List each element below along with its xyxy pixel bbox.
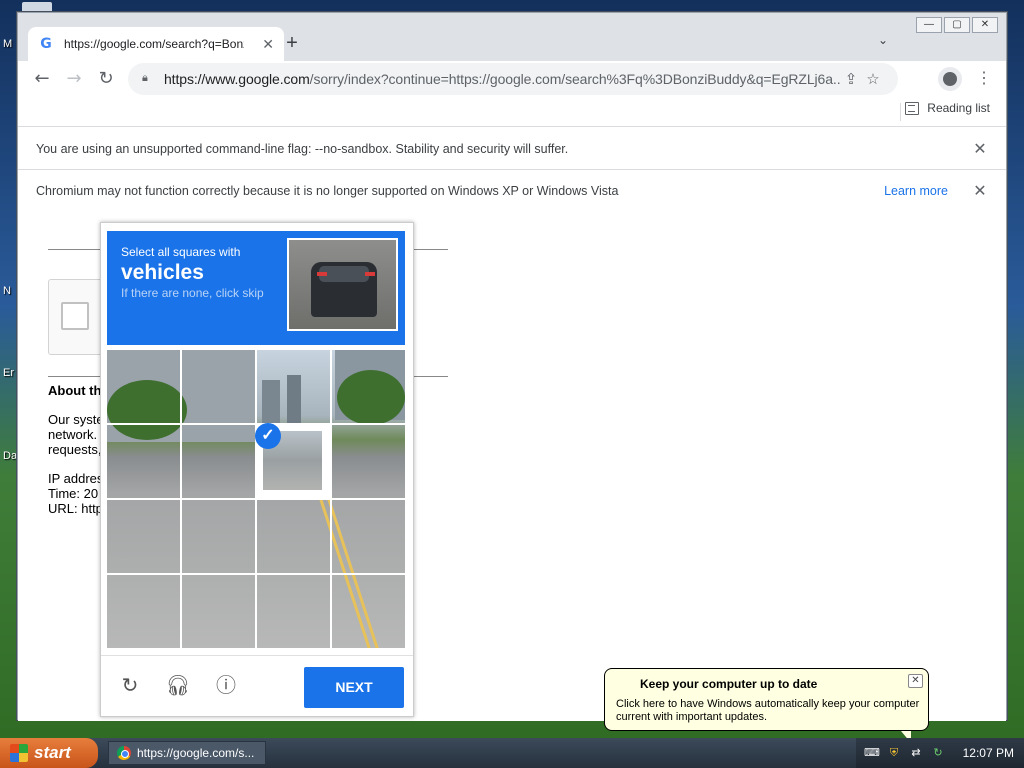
grid-cell[interactable] bbox=[107, 575, 182, 648]
back-icon[interactable]: ← bbox=[30, 67, 54, 91]
restore-button[interactable]: ▢ bbox=[944, 17, 970, 33]
grid-cell[interactable] bbox=[182, 500, 257, 575]
grid-cell[interactable] bbox=[332, 500, 405, 575]
tab-close-icon[interactable]: ✕ bbox=[262, 36, 274, 53]
system-tray: ⌨ ⛨ ⇄ ↻ 12:07 PM bbox=[856, 738, 1024, 768]
sample-taillight bbox=[365, 272, 375, 276]
learn-more-link[interactable]: Learn more bbox=[884, 184, 948, 198]
reading-list-button[interactable]: Reading list bbox=[905, 101, 990, 115]
grid-cell[interactable] bbox=[332, 425, 405, 500]
taskbar-item-chromium[interactable]: https://google.com/s... bbox=[108, 741, 266, 765]
about-heading: About th bbox=[48, 383, 102, 398]
taskbar-item-label: https://google.com/s... bbox=[137, 746, 255, 760]
start-label: start bbox=[34, 743, 71, 762]
active-tab[interactable]: G https://google.com/search?q=Bonz ✕ bbox=[28, 27, 284, 61]
reading-list-icon bbox=[905, 101, 920, 115]
keyboard-icon[interactable]: ⌨ bbox=[864, 745, 880, 761]
grid-cell[interactable] bbox=[257, 575, 332, 648]
google-favicon-icon: G bbox=[40, 36, 52, 52]
captcha-footer: ↻ 🎧︎ ⓘ NEXT bbox=[101, 655, 413, 718]
update-icon[interactable]: ↻ bbox=[930, 745, 946, 761]
reload-icon[interactable]: ↻ bbox=[116, 672, 144, 700]
captcha-image-grid: ✓ bbox=[107, 350, 405, 648]
captcha-sample-image bbox=[287, 238, 398, 331]
reading-list-label: Reading list bbox=[927, 101, 990, 115]
grid-cell-selected[interactable]: ✓ bbox=[255, 423, 332, 500]
grid-cell[interactable] bbox=[332, 575, 405, 648]
title-bar[interactable]: G https://google.com/search?q=Bonz ✕ + ⌄… bbox=[18, 13, 1006, 61]
desktop-label-1: M bbox=[3, 38, 13, 50]
profile-avatar-icon[interactable] bbox=[938, 67, 962, 91]
lock-icon[interactable]: 🔒︎ bbox=[142, 72, 154, 86]
url-host: https://www.google.com bbox=[164, 71, 310, 87]
sample-car bbox=[311, 262, 377, 317]
infobar-close-icon[interactable]: ✕ bbox=[972, 139, 988, 159]
sandbox-warning-infobar: You are using an unsupported command-lin… bbox=[18, 128, 1006, 170]
about-paragraph: Our syste network. requests, bbox=[48, 412, 104, 457]
captcha-header: Select all squares with vehicles If ther… bbox=[107, 231, 405, 345]
recaptcha-widget bbox=[48, 279, 108, 355]
grid-cell[interactable] bbox=[332, 350, 405, 425]
captcha-target-word: vehicles bbox=[121, 261, 204, 284]
menu-kebab-icon[interactable]: ⋮ bbox=[976, 67, 992, 91]
taskbar: start https://google.com/s... ⌨ ⛨ ⇄ ↻ 12… bbox=[0, 738, 1024, 768]
network-icon[interactable]: ⇄ bbox=[908, 745, 924, 761]
omnibox[interactable]: 🔒︎ https://www.google.com/sorry/index?co… bbox=[128, 63, 898, 95]
security-shield-icon[interactable]: ⛨ bbox=[886, 745, 902, 761]
recaptcha-checkbox[interactable] bbox=[61, 302, 89, 330]
desktop-label-2: N bbox=[3, 285, 11, 297]
bookmark-star-icon[interactable]: ☆ bbox=[862, 70, 884, 88]
tab-title: https://google.com/search?q=Bonz bbox=[64, 37, 244, 51]
infobar-close-icon[interactable]: ✕ bbox=[972, 181, 988, 201]
grid-cell[interactable] bbox=[257, 350, 332, 425]
selected-check-icon: ✓ bbox=[255, 423, 281, 449]
headphones-icon[interactable]: 🎧︎ bbox=[164, 672, 192, 700]
grid-cell[interactable] bbox=[107, 425, 182, 500]
grid-cell[interactable] bbox=[107, 500, 182, 575]
balloon-text[interactable]: Click here to have Windows automatically… bbox=[616, 698, 921, 724]
bookmarks-separator bbox=[900, 103, 901, 121]
close-window-button[interactable]: ✕ bbox=[972, 17, 998, 33]
unsupported-os-infobar: Chromium may not function correctly beca… bbox=[18, 170, 1006, 212]
tab-search-chevron-icon[interactable]: ⌄ bbox=[878, 33, 896, 51]
window-controls: — ▢ ✕ bbox=[916, 17, 998, 33]
captcha-instruction: Select all squares with bbox=[121, 245, 241, 259]
grid-cell[interactable] bbox=[182, 575, 257, 648]
update-balloon-notification[interactable]: Keep your computer up to date Click here… bbox=[604, 668, 929, 743]
toolbar: ← → ↻ 🔒︎ https://www.google.com/sorry/in… bbox=[18, 61, 1006, 97]
request-details: IP addres Time: 20 URL: http bbox=[48, 471, 104, 516]
captcha-challenge: Select all squares with vehicles If ther… bbox=[100, 222, 414, 717]
reload-page-icon[interactable]: ↻ bbox=[94, 67, 118, 91]
captcha-skip-hint: If there are none, click skip bbox=[121, 286, 264, 300]
balloon-title: Keep your computer up to date bbox=[640, 677, 818, 691]
start-button[interactable]: start bbox=[0, 738, 98, 768]
grid-cell[interactable] bbox=[182, 350, 257, 425]
balloon-close-icon[interactable]: ✕ bbox=[908, 674, 923, 688]
bookmarks-bar: Reading list bbox=[18, 97, 1006, 127]
forward-icon[interactable]: → bbox=[62, 67, 86, 91]
clock: 12:07 PM bbox=[962, 746, 1014, 760]
minimize-button[interactable]: — bbox=[916, 17, 942, 33]
next-button[interactable]: NEXT bbox=[304, 667, 404, 708]
grid-cell[interactable] bbox=[182, 425, 257, 500]
infobar-message: Chromium may not function correctly beca… bbox=[36, 183, 619, 198]
info-icon[interactable]: ⓘ bbox=[212, 672, 240, 700]
grid-cell[interactable] bbox=[107, 350, 182, 425]
url-text[interactable]: https://www.google.com/sorry/index?conti… bbox=[164, 71, 840, 87]
url-path: /sorry/index?continue=https://google.com… bbox=[309, 71, 840, 87]
chromium-icon bbox=[117, 746, 131, 760]
about-section: About th Our syste network. requests, IP… bbox=[48, 383, 104, 530]
new-tab-button[interactable]: + bbox=[280, 31, 304, 55]
share-icon[interactable]: ⇪ bbox=[840, 70, 862, 88]
infobar-message: You are using an unsupported command-lin… bbox=[36, 141, 569, 156]
windows-logo-icon bbox=[10, 744, 28, 762]
grid-cell[interactable] bbox=[257, 500, 332, 575]
sample-taillight bbox=[317, 272, 327, 276]
desktop-label-3: Er bbox=[3, 367, 14, 379]
desktop-label-4: Da bbox=[3, 450, 18, 462]
